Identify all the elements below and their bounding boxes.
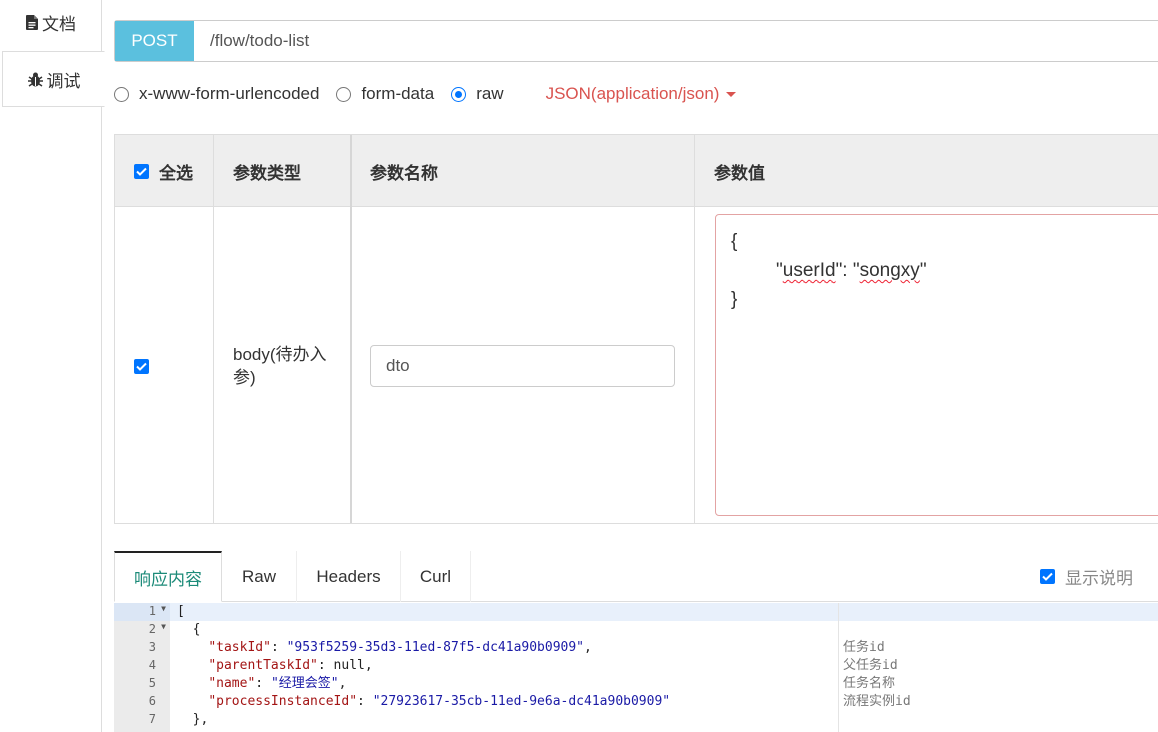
http-method-badge[interactable]: POST (115, 21, 194, 61)
radio-form-data-label: form-data (361, 84, 435, 103)
json-line: } (731, 289, 738, 310)
radio-urlencoded-indicator[interactable] (114, 86, 129, 102)
table-row (134, 208, 149, 524)
bug-icon (27, 71, 44, 88)
param-name-cell: dto (370, 208, 675, 524)
radio-raw[interactable]: raw (451, 84, 504, 104)
column-divider (350, 135, 352, 523)
select-all-label: 全选 (159, 163, 193, 183)
param-name-input[interactable]: dto (370, 345, 675, 387)
param-type-text: body(待办入参) (233, 345, 327, 387)
caret-down-icon (726, 91, 737, 97)
url-input[interactable]: /flow/todo-list (194, 21, 309, 61)
response-tab-bar: 响应内容 Raw Headers Curl 显示说明 (114, 551, 1158, 602)
radio-urlencoded-label: x-www-form-urlencoded (139, 84, 320, 103)
param-value-textarea[interactable]: { "userId": "songxy" } (715, 214, 1158, 516)
radio-form-data-indicator[interactable] (336, 86, 352, 102)
json-line: { (731, 231, 738, 252)
field-description: 父任务id (843, 658, 898, 673)
line-number: 2 ▼ (148, 622, 166, 636)
line-number: 1 ▼ (114, 603, 170, 621)
description-divider (838, 603, 839, 732)
code-line: "parentTaskId": null, (208, 658, 373, 673)
tab-curl[interactable]: Curl (401, 551, 471, 602)
request-url-bar: POST /flow/todo-list (114, 20, 1158, 62)
select-all-header[interactable]: 全选 (134, 135, 193, 207)
params-table: 全选 参数类型 参数名称 参数值 body(待办入参) dto { "userI… (114, 134, 1158, 524)
line-number: 4 (148, 658, 156, 672)
radio-form-data[interactable]: form-data (336, 84, 434, 104)
response-code-editor[interactable]: 1 ▼ 2 ▼ 3 4 5 6 7 [ { "taskId": "953f5259-… (114, 603, 1158, 732)
code-line: "name": "经理会签", (208, 676, 347, 691)
show-description-toggle[interactable]: 显示说明 (1040, 551, 1133, 602)
column-divider (213, 135, 214, 523)
line-number: 5 (148, 676, 156, 690)
radio-raw-indicator[interactable] (451, 86, 467, 102)
select-all-checkbox[interactable] (134, 163, 149, 179)
raw-format-label: JSON(application/json) (545, 84, 720, 103)
line-number: 6 (148, 694, 156, 708)
field-description: 任务名称 (843, 676, 896, 691)
tab-debug[interactable]: 调试 (2, 51, 105, 107)
json-line: "userId": "songxy" (776, 260, 927, 281)
line-number: 7 (148, 712, 156, 726)
raw-format-dropdown[interactable]: JSON(application/json) (546, 84, 737, 104)
field-description: 任务id (843, 640, 885, 655)
content-type-selector: x-www-form-urlencoded form-data raw JSON… (114, 82, 737, 106)
column-divider (694, 135, 695, 523)
code-line: "processInstanceId": "27923617-35cb-11ed… (208, 694, 671, 709)
tab-response-content[interactable]: 响应内容 (114, 551, 222, 602)
fold-arrow-icon: ▼ (161, 622, 166, 631)
show-description-checkbox[interactable] (1040, 569, 1055, 584)
line-number-gutter: 1 ▼ 2 ▼ 3 4 5 6 7 (114, 603, 170, 732)
fold-arrow-icon: ▼ (161, 604, 166, 613)
param-type-cell: body(待办入参) (233, 208, 343, 524)
field-description: 流程实例id (843, 694, 911, 709)
code-line: [ (170, 603, 1158, 621)
tab-raw[interactable]: Raw (222, 551, 297, 602)
tab-debug-label: 调试 (46, 71, 81, 91)
param-value-header: 参数值 (714, 163, 765, 183)
document-icon (26, 14, 39, 30)
row-checkbox[interactable] (134, 358, 149, 374)
code-line: { (177, 622, 201, 637)
radio-urlencoded[interactable]: x-www-form-urlencoded (114, 84, 319, 104)
line-number: 3 (148, 640, 156, 654)
code-line: }, (177, 712, 209, 727)
radio-raw-label: raw (476, 84, 504, 103)
left-tab-bar: 文档 调试 (0, 0, 105, 732)
tab-document[interactable]: 文档 (0, 0, 102, 44)
param-name-header: 参数名称 (370, 163, 438, 183)
tab-document-label: 文档 (42, 14, 76, 34)
show-description-label: 显示说明 (1065, 569, 1133, 588)
param-type-header: 参数类型 (233, 163, 301, 183)
tab-headers[interactable]: Headers (297, 551, 401, 602)
code-line: "taskId": "953f5259-35d3-11ed-87f5-dc41a… (208, 640, 592, 655)
